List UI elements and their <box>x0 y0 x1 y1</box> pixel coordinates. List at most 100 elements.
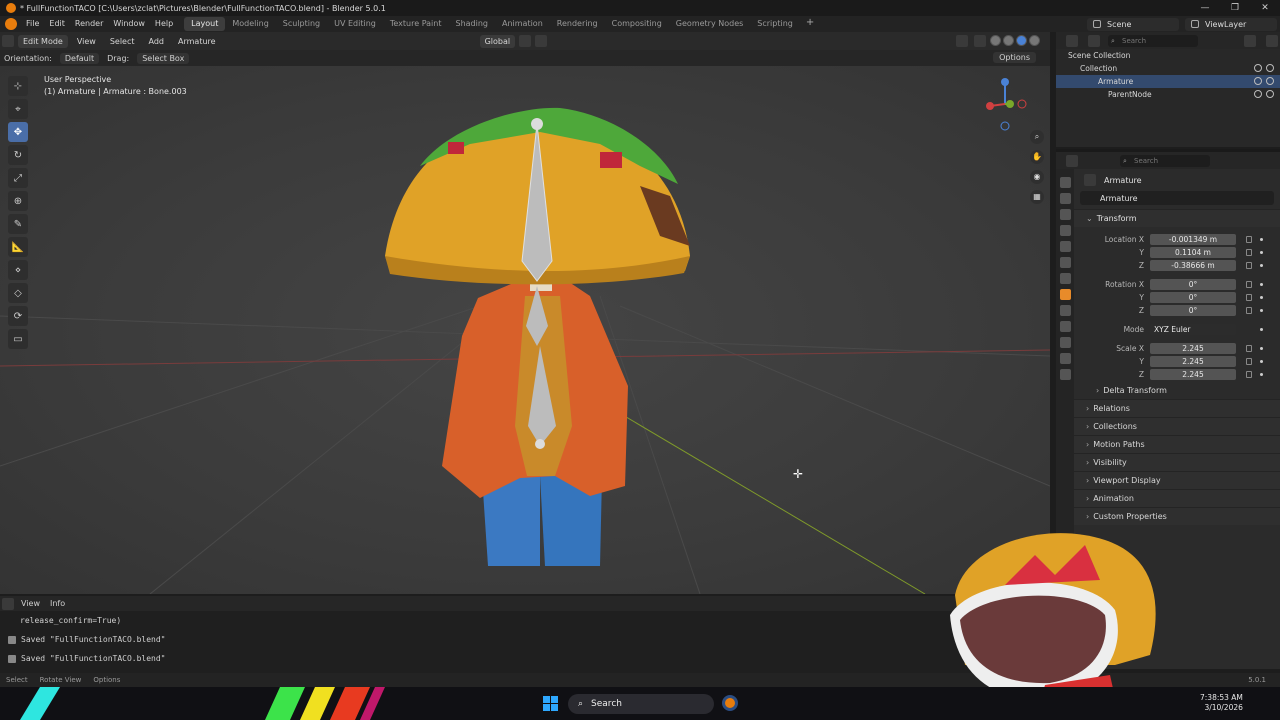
log-line[interactable]: Saved "FullFunctionTACO.blend" <box>0 649 1050 668</box>
object-name-field[interactable]: Armature <box>1080 191 1274 205</box>
render-tab-icon[interactable] <box>1059 193 1071 204</box>
close-button[interactable]: ✕ <box>1250 0 1280 16</box>
select-tool-icon[interactable]: ⌖ <box>8 99 28 119</box>
menu-file[interactable]: File <box>21 16 44 32</box>
camera-icon[interactable] <box>1266 64 1274 72</box>
eye-icon[interactable] <box>1254 64 1262 72</box>
roll-tool-icon[interactable]: ⟳ <box>8 306 28 326</box>
material-shading-icon[interactable] <box>1016 35 1027 46</box>
lock-icon[interactable] <box>1246 307 1252 314</box>
camera-view-icon[interactable]: ◉ <box>1030 170 1044 184</box>
keyframe-dot-icon[interactable] <box>1260 309 1263 312</box>
motion-paths-panel[interactable]: › Motion Paths <box>1074 435 1280 453</box>
tree-item-parentnode[interactable]: ParentNode <box>1056 88 1280 101</box>
collections-panel[interactable]: › Collections <box>1074 417 1280 435</box>
menu-select[interactable]: Select <box>105 35 140 48</box>
view-layer-tab-icon[interactable] <box>1059 225 1071 236</box>
scale-z-field[interactable]: 2.245 <box>1150 369 1236 380</box>
tree-item-collection[interactable]: Collection <box>1056 62 1280 75</box>
menu-armature[interactable]: Armature <box>173 35 221 48</box>
minimize-button[interactable]: — <box>1190 0 1220 16</box>
location-y-field[interactable]: 0.1104 m <box>1150 247 1236 258</box>
lock-icon[interactable] <box>1246 262 1252 269</box>
scene-selector[interactable]: Scene <box>1087 17 1179 31</box>
bone-size-tool-icon[interactable]: ⋄ <box>8 260 28 280</box>
move-tool-icon[interactable]: ✥ <box>8 122 28 142</box>
menu-help[interactable]: Help <box>150 16 178 32</box>
menu-edit[interactable]: Edit <box>44 16 70 32</box>
properties-search-input[interactable]: Search <box>1120 154 1210 167</box>
scene-tab-icon[interactable] <box>1059 241 1071 252</box>
transform-panel-header[interactable]: ⌄ Transform <box>1074 209 1280 227</box>
location-x-field[interactable]: -0.001349 m <box>1150 234 1236 245</box>
lock-icon[interactable] <box>1246 249 1252 256</box>
relations-panel[interactable]: › Relations <box>1074 399 1280 417</box>
drag-dropdown[interactable]: Select Box <box>137 52 190 64</box>
cursor-tool-icon[interactable]: ⊹ <box>8 76 28 96</box>
world-tab-icon[interactable] <box>1059 257 1071 268</box>
lock-icon[interactable] <box>1246 236 1252 243</box>
menu-render[interactable]: Render <box>70 16 108 32</box>
tree-item-scene-collection[interactable]: Scene Collection <box>1056 49 1280 62</box>
system-clock[interactable]: 7:38:53 AM 3/10/2026 <box>1200 693 1243 713</box>
constraints-tab-icon[interactable] <box>1059 337 1071 348</box>
ortho-grid-icon[interactable]: ▦ <box>1030 190 1044 204</box>
rendered-shading-icon[interactable] <box>1029 35 1040 46</box>
mode-dropdown[interactable]: Edit Mode <box>18 34 68 48</box>
eye-icon[interactable] <box>1254 77 1262 85</box>
keyframe-dot-icon[interactable] <box>1260 373 1263 376</box>
tab-modeling[interactable]: Modeling <box>225 17 275 31</box>
lock-icon[interactable] <box>1246 371 1252 378</box>
rotation-z-field[interactable]: 0° <box>1150 305 1236 316</box>
bone-envelope-tool-icon[interactable]: ◇ <box>8 283 28 303</box>
visibility-panel[interactable]: › Visibility <box>1074 453 1280 471</box>
navigation-gizmo[interactable] <box>980 74 1030 134</box>
properties-editor-icon[interactable] <box>1066 154 1078 167</box>
scale-tool-icon[interactable]: ⤢ <box>8 168 28 188</box>
orientation-dropdown[interactable]: Default <box>59 52 100 64</box>
info-editor-icon[interactable] <box>2 597 14 610</box>
rotation-mode-dropdown[interactable]: XYZ Euler <box>1150 324 1236 335</box>
object-tab-icon[interactable] <box>1059 289 1071 300</box>
menu-view[interactable]: View <box>72 35 101 48</box>
viewport-display-panel[interactable]: › Viewport Display <box>1074 471 1280 489</box>
xray-icon[interactable] <box>974 35 986 47</box>
editor-type-icon[interactable] <box>2 35 14 47</box>
zoom-icon[interactable]: ⌕ <box>1030 130 1044 144</box>
collection-tab-icon[interactable] <box>1059 273 1071 284</box>
tab-shading[interactable]: Shading <box>448 17 495 31</box>
scale-x-field[interactable]: 2.245 <box>1150 343 1236 354</box>
keyframe-dot-icon[interactable] <box>1260 264 1263 267</box>
keyframe-dot-icon[interactable] <box>1260 347 1263 350</box>
solid-shading-icon[interactable] <box>1003 35 1014 46</box>
tab-texture-paint[interactable]: Texture Paint <box>383 17 449 31</box>
maximize-button[interactable]: ❐ <box>1220 0 1250 16</box>
tab-geometry-nodes[interactable]: Geometry Nodes <box>669 17 750 31</box>
keyframe-dot-icon[interactable] <box>1260 328 1263 331</box>
transform-tool-icon[interactable]: ⊕ <box>8 191 28 211</box>
tab-scripting[interactable]: Scripting <box>750 17 800 31</box>
new-collection-icon[interactable] <box>1266 34 1278 47</box>
transform-orientation-dropdown[interactable]: Global <box>479 34 516 48</box>
rotate-tool-icon[interactable]: ↻ <box>8 145 28 165</box>
scale-y-field[interactable]: 2.245 <box>1150 356 1236 367</box>
options-button[interactable]: Options <box>993 52 1036 63</box>
display-mode-icon[interactable] <box>1088 34 1100 47</box>
measure-tool-icon[interactable]: 📐 <box>8 237 28 257</box>
blender-menu-icon[interactable] <box>5 18 17 30</box>
tree-item-armature[interactable]: Armature <box>1056 75 1280 88</box>
delta-transform-subpanel[interactable]: › Delta Transform <box>1074 381 1280 399</box>
menu-add[interactable]: Add <box>144 35 170 48</box>
log-line[interactable]: Saved "FullFunctionTACO.blend" <box>0 630 1050 649</box>
tab-sculpting[interactable]: Sculpting <box>276 17 327 31</box>
add-workspace-button[interactable]: + <box>800 17 820 31</box>
snap-icon[interactable] <box>535 35 548 47</box>
filter-icon[interactable] <box>1244 34 1256 47</box>
windows-start-icon[interactable] <box>543 696 558 711</box>
outliner-search-input[interactable]: Search <box>1108 34 1198 47</box>
annotate-tool-icon[interactable]: ✎ <box>8 214 28 234</box>
pan-hand-icon[interactable]: ✋ <box>1030 150 1044 164</box>
overlays-icon[interactable] <box>956 35 968 47</box>
info-menu-info[interactable]: Info <box>50 599 65 608</box>
rotation-x-field[interactable]: 0° <box>1150 279 1236 290</box>
